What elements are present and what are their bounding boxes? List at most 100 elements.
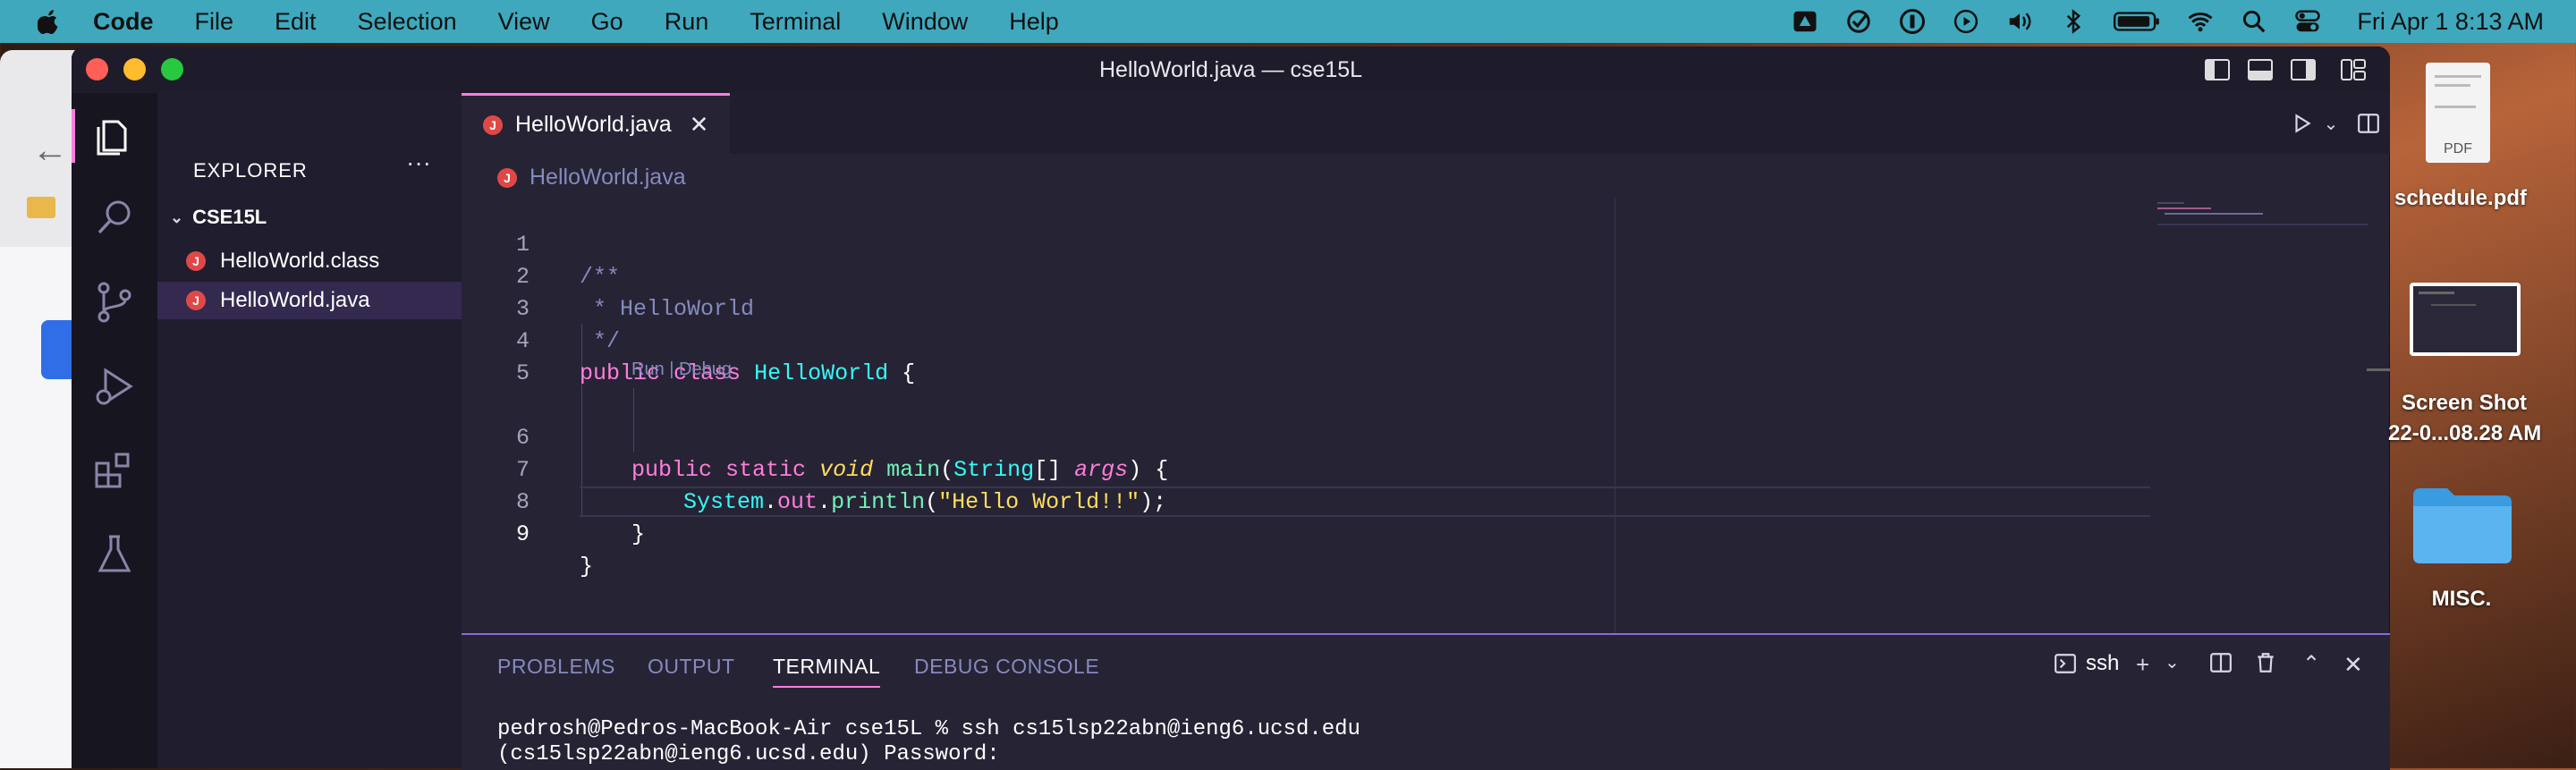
volume-icon[interactable]	[2006, 8, 2033, 35]
workspace-folder[interactable]: ⌄ CSE15L	[170, 206, 267, 229]
scrollbar-thumb[interactable]	[2367, 368, 2390, 371]
tab-helloworld-java[interactable]: J HelloWorld.java ✕	[462, 93, 730, 154]
codelens-run-debug[interactable]: Run | Debug	[631, 360, 732, 380]
line-number: 9	[515, 521, 530, 547]
menu-view[interactable]: View	[498, 8, 550, 36]
terminal-line: (cs15lsp22abn@ieng6.ucsd.edu) Password:	[497, 742, 1000, 766]
menu-edit[interactable]: Edit	[275, 8, 317, 36]
terminal-line: pedrosh@Pedros-MacBook-Air cse15L % ssh …	[497, 717, 1360, 741]
pdf-file-icon[interactable]: PDF	[2426, 63, 2490, 163]
run-and-debug-icon[interactable]	[88, 360, 141, 413]
mac-menu-bar: Code File Edit Selection View Go Run Ter…	[0, 0, 2576, 43]
terminal-selector[interactable]: ssh	[2054, 651, 2119, 676]
terminal-icon	[2055, 654, 2076, 673]
checkmark-icon[interactable]	[1845, 8, 1872, 35]
code-line-4: 4 public class HelloWorld {	[462, 293, 2250, 386]
java-file-icon: J	[186, 291, 206, 310]
desktop-item-schedule[interactable]: schedule.pdf	[2394, 186, 2528, 211]
back-arrow-icon[interactable]: ←	[32, 131, 68, 171]
toggle-secondary-sidebar-icon[interactable]	[2290, 57, 2317, 82]
split-editor-icon[interactable]	[2352, 107, 2385, 140]
drive-icon[interactable]	[1792, 8, 1818, 35]
pdf-badge: PDF	[2444, 141, 2472, 157]
explorer-sidebar: EXPLORER ··· ⌄ CSE15L J HelloWorld.class…	[157, 93, 462, 768]
chevron-down-icon[interactable]: ⌄	[2315, 107, 2347, 140]
breadcrumb-file: HelloWorld.java	[530, 165, 686, 190]
editor-ruler	[1614, 199, 1615, 633]
menu-go[interactable]: Go	[591, 8, 623, 36]
menu-help[interactable]: Help	[1009, 8, 1059, 36]
desktop-item-misc[interactable]: MISC.	[2411, 587, 2512, 612]
close-panel-icon[interactable]: ✕	[2343, 651, 2363, 679]
desktop-label-line: Screen Shot	[2401, 391, 2528, 415]
title-bar[interactable]: HelloWorld.java — cse15L	[72, 47, 2390, 93]
file-item-helloworld-class[interactable]: J HelloWorld.class	[157, 242, 462, 280]
split-terminal-icon[interactable]	[2209, 651, 2233, 674]
explorer-icon[interactable]	[72, 109, 141, 163]
folder-icon	[27, 197, 55, 218]
menu-run[interactable]: Run	[665, 8, 709, 36]
code-line-5: 5	[462, 326, 2250, 386]
code-line-2: 2 * HelloWorld	[462, 229, 2250, 322]
code-text: }	[631, 521, 646, 547]
terminal-name: ssh	[2086, 651, 2120, 675]
search-icon[interactable]	[88, 191, 141, 245]
bottom-panel: PROBLEMS OUTPUT TERMINAL DEBUG CONSOLE s…	[462, 633, 2390, 770]
source-control-icon[interactable]	[88, 275, 141, 329]
customize-layout-icon[interactable]	[2340, 57, 2367, 82]
menu-file[interactable]: File	[195, 8, 234, 36]
apple-menu-icon[interactable]	[36, 5, 63, 38]
file-item-helloworld-java[interactable]: J HelloWorld.java	[157, 282, 462, 319]
folder-icon[interactable]	[2410, 483, 2515, 563]
close-icon[interactable]: ✕	[690, 111, 709, 139]
menu-terminal[interactable]: Terminal	[750, 8, 841, 36]
code-text: }	[580, 554, 594, 580]
menu-window[interactable]: Window	[882, 8, 968, 36]
trash-icon[interactable]	[2254, 651, 2277, 674]
run-icon[interactable]	[2286, 107, 2318, 140]
editor-tab-bar: J HelloWorld.java ✕ ⌄ ···	[462, 93, 2390, 154]
desktop-label-line: 22-0...08.28 AM	[2388, 421, 2542, 445]
code-editor[interactable]: 1 /** 2 * HelloWorld 3 */ 4 public class…	[462, 195, 2390, 696]
tab-output[interactable]: OUTPUT	[648, 655, 735, 679]
code-line-1: 1 /**	[462, 197, 2250, 290]
code-line-8: 8 }	[462, 454, 2250, 547]
folder-name: CSE15L	[192, 206, 267, 228]
wifi-icon[interactable]	[2187, 8, 2214, 35]
testing-flask-icon[interactable]	[88, 528, 141, 581]
desktop-item-screenshot[interactable]: Screen Shot 22-0...08.28 AM	[2388, 388, 2542, 449]
java-file-icon: J	[483, 114, 503, 135]
menu-clock[interactable]: Fri Apr 1 8:13 AM	[2357, 8, 2544, 36]
tab-label: HelloWorld.java	[515, 112, 672, 137]
code-line-6: 6 public static void main(String[] args)…	[462, 390, 2250, 483]
maximize-panel-icon[interactable]: ⌃	[2302, 651, 2320, 677]
line-number: 5	[515, 360, 530, 386]
activity-bar	[72, 93, 157, 768]
code-line-7: 7 System.out.println("Hello World!!");	[462, 422, 2250, 515]
toggle-panel-icon[interactable]	[2247, 57, 2274, 82]
java-file-icon: J	[497, 167, 517, 188]
file-name: HelloWorld.java	[220, 288, 370, 312]
chevron-down-icon[interactable]: ⌄	[2165, 651, 2180, 673]
current-line-highlight	[580, 487, 2150, 517]
screenshot-thumbnail-icon[interactable]	[2410, 283, 2521, 356]
onepassword-icon[interactable]	[1899, 8, 1926, 35]
bluetooth-icon[interactable]	[2060, 8, 2087, 35]
play-circle-icon[interactable]	[1953, 8, 1979, 35]
more-actions-icon[interactable]: ···	[406, 148, 431, 177]
spotlight-icon[interactable]	[2241, 8, 2267, 35]
new-terminal-icon[interactable]: +	[2136, 651, 2149, 679]
code-line-3: 3 */	[462, 261, 2250, 354]
tab-debug-console[interactable]: DEBUG CONSOLE	[914, 655, 1099, 679]
menu-selection[interactable]: Selection	[358, 8, 457, 36]
control-center-icon[interactable]	[2294, 8, 2321, 35]
menu-app-code[interactable]: Code	[93, 8, 154, 36]
battery-icon[interactable]	[2114, 8, 2160, 35]
toggle-primary-sidebar-icon[interactable]	[2204, 57, 2231, 82]
minimap[interactable]	[2157, 199, 2368, 229]
extensions-icon[interactable]	[88, 444, 141, 497]
tab-terminal[interactable]: TERMINAL	[773, 655, 881, 688]
chevron-down-icon: ⌄	[170, 207, 184, 226]
tab-problems[interactable]: PROBLEMS	[497, 655, 615, 679]
breadcrumb[interactable]: J HelloWorld.java	[497, 165, 686, 190]
